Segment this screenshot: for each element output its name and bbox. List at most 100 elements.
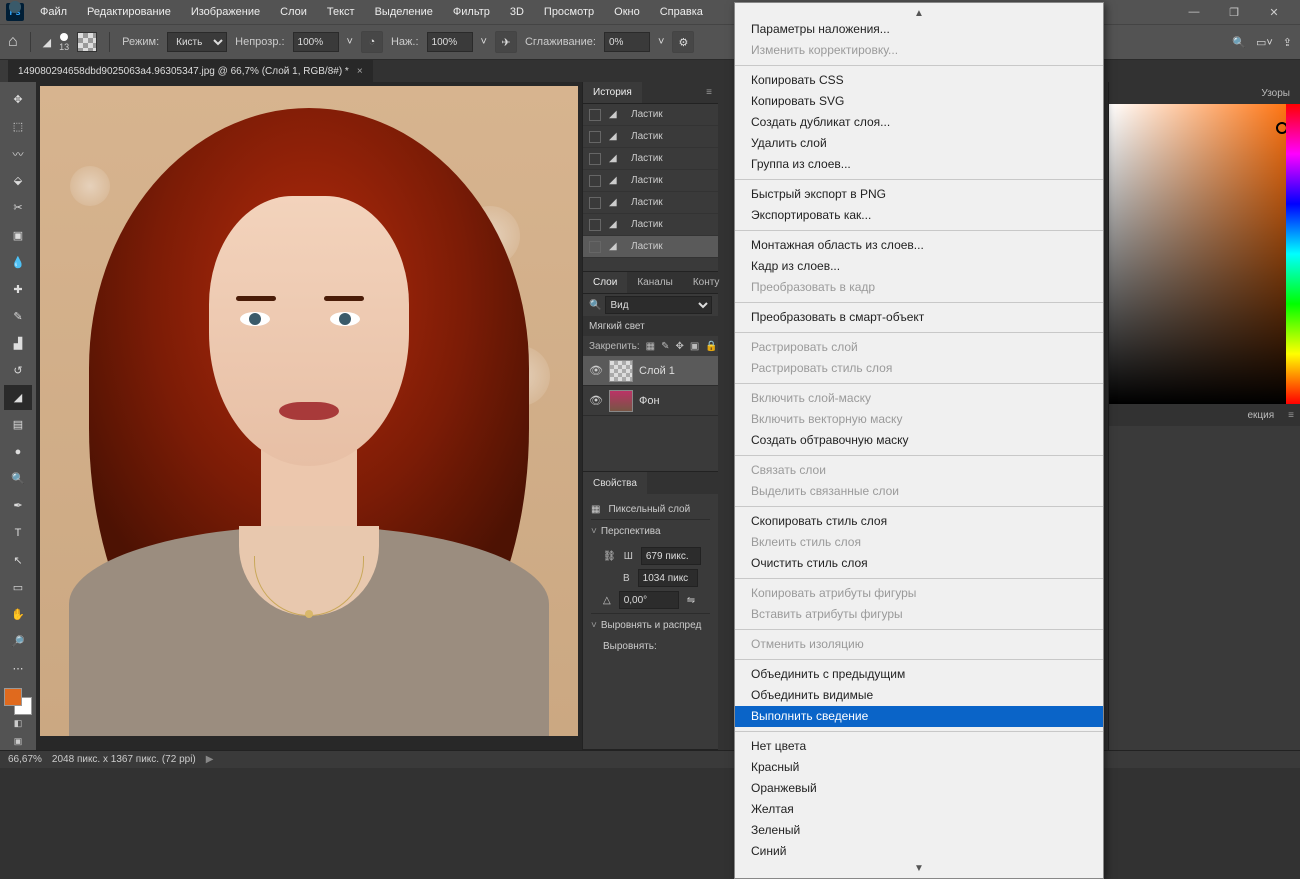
brush-preview-icon[interactable] (60, 33, 68, 41)
patterns-tab[interactable]: Узоры (1251, 82, 1300, 104)
menu-item[interactable]: Копировать SVG (735, 91, 1103, 112)
history-row[interactable]: ◢Ластик (583, 104, 718, 126)
menu-item[interactable]: Объединить видимые (735, 685, 1103, 706)
hand-tool-icon[interactable]: ✋ (4, 602, 32, 627)
dodge-tool-icon[interactable]: 🔍 (4, 466, 32, 491)
gradient-tool-icon[interactable]: ▤ (4, 412, 32, 437)
blend-mode[interactable]: Мягкий свет (583, 316, 718, 336)
zoom-level[interactable]: 66,67% (8, 754, 42, 765)
scroll-down-icon[interactable]: ▼ (735, 862, 1103, 874)
status-arrow-icon[interactable]: ▶ (206, 754, 214, 765)
menu-item[interactable]: Скопировать стиль слоя (735, 511, 1103, 532)
fg-color[interactable] (4, 688, 22, 706)
menu-item[interactable]: Желтая (735, 799, 1103, 820)
history-row[interactable]: ◢Ластик (583, 170, 718, 192)
marquee-tool-icon[interactable]: ⬚ (4, 114, 32, 139)
layer-row[interactable]: 👁 Слой 1 (583, 356, 718, 386)
eyedropper-tool-icon[interactable]: 💧 (4, 250, 32, 275)
close-tab-icon[interactable]: × (357, 66, 363, 77)
properties-tab[interactable]: Свойства (583, 472, 647, 494)
scroll-up-icon[interactable]: ▲ (735, 7, 1103, 19)
layer-kind-select[interactable]: Вид (605, 296, 712, 314)
history-brush-tool-icon[interactable]: ↺ (4, 358, 32, 383)
document-canvas[interactable] (40, 86, 578, 736)
paths-tab[interactable]: Конту (683, 272, 730, 293)
crop-tool-icon[interactable]: ✂ (4, 195, 32, 220)
lock-move-icon[interactable]: ✥ (676, 341, 684, 352)
history-row[interactable]: ◢Ластик (583, 192, 718, 214)
history-checkbox[interactable] (589, 131, 601, 143)
history-row[interactable]: ◢Ластик (583, 214, 718, 236)
zoom-tool-icon[interactable]: 🔎 (4, 629, 32, 654)
menu-3d[interactable]: 3D (500, 6, 534, 18)
document-tab[interactable]: 149080294658dbd9025063a4.96305347.jpg @ … (8, 60, 373, 82)
workspace-icon[interactable]: ▭˅ (1256, 36, 1273, 49)
menu-item[interactable]: Быстрый экспорт в PNG (735, 184, 1103, 205)
width-input[interactable] (641, 547, 701, 565)
pressure-opacity-icon[interactable]: ◔ (361, 31, 383, 53)
history-row[interactable]: ◢Ластик (583, 236, 718, 258)
shape-tool-icon[interactable]: ▭ (4, 575, 32, 600)
airbrush-icon[interactable]: ✈ (495, 31, 517, 53)
menu-справка[interactable]: Справка (650, 6, 713, 18)
menu-окно[interactable]: Окно (604, 6, 650, 18)
eraser-tool-icon[interactable]: ◢ (4, 385, 32, 410)
menu-item[interactable]: Преобразовать в смарт-объект (735, 307, 1103, 328)
menu-item[interactable]: Нет цвета (735, 736, 1103, 757)
visibility-icon[interactable]: 👁 (589, 364, 603, 377)
brush-tool-icon[interactable]: ✎ (4, 304, 32, 329)
menu-текст[interactable]: Текст (317, 6, 365, 18)
color-swatch[interactable] (4, 688, 32, 715)
menu-редактирование[interactable]: Редактирование (77, 6, 181, 18)
menu-item[interactable]: Объединить с предыдущим (735, 664, 1103, 685)
history-checkbox[interactable] (589, 241, 601, 253)
home-icon[interactable]: ⌂ (8, 33, 18, 51)
visibility-icon[interactable]: 👁 (589, 394, 603, 407)
angle-input[interactable] (619, 591, 679, 609)
menu-слои[interactable]: Слои (270, 6, 317, 18)
screenmode-icon[interactable]: ▣ (11, 735, 25, 749)
corrections-tab[interactable]: екция (1239, 404, 1282, 426)
menu-item[interactable]: Создать дубликат слоя... (735, 112, 1103, 133)
brush-preset-icon[interactable] (77, 32, 97, 52)
menu-item[interactable]: Выполнить сведение (735, 706, 1103, 727)
channels-tab[interactable]: Каналы (627, 272, 683, 293)
hue-slider[interactable] (1286, 104, 1300, 404)
menu-item[interactable]: Очистить стиль слоя (735, 553, 1103, 574)
history-checkbox[interactable] (589, 153, 601, 165)
window-restore-icon[interactable]: ❐ (1214, 0, 1254, 24)
history-tab[interactable]: История (583, 82, 642, 103)
color-picker[interactable] (1109, 104, 1300, 404)
eraser-icon[interactable]: ◢ (43, 36, 51, 49)
menu-изображение[interactable]: Изображение (181, 6, 270, 18)
layers-tab[interactable]: Слои (583, 272, 627, 293)
heal-tool-icon[interactable]: ✚ (4, 277, 32, 302)
history-checkbox[interactable] (589, 175, 601, 187)
quick-select-tool-icon[interactable]: ⬙ (4, 168, 32, 193)
menu-item[interactable]: Группа из слоев... (735, 154, 1103, 175)
search-icon[interactable]: 🔍 (1232, 36, 1246, 49)
menu-item[interactable]: Копировать CSS (735, 70, 1103, 91)
layer-thumb[interactable] (609, 360, 633, 382)
lock-brush-icon[interactable]: ✎ (661, 341, 669, 352)
frame-tool-icon[interactable]: ▣ (4, 222, 32, 247)
perspective-section[interactable]: Перспектива (601, 526, 661, 537)
flip-h-icon[interactable]: ⇋ (687, 595, 695, 606)
quickmask-icon[interactable]: ◧ (11, 717, 25, 731)
window-minimize-icon[interactable]: — (1174, 0, 1214, 24)
lock-all-icon[interactable]: 🔒 (705, 341, 717, 352)
menu-выделение[interactable]: Выделение (365, 6, 443, 18)
menu-файл[interactable]: Файл (30, 6, 77, 18)
menu-item[interactable]: Создать обтравочную маску (735, 430, 1103, 451)
menu-item[interactable]: Монтажная область из слоев... (735, 235, 1103, 256)
history-checkbox[interactable] (589, 109, 601, 121)
opacity-dropdown-icon[interactable]: ˅ (347, 36, 353, 48)
align-section[interactable]: Выровнять и распред (601, 620, 701, 631)
menu-фильтр[interactable]: Фильтр (443, 6, 500, 18)
text-tool-icon[interactable]: T (4, 521, 32, 546)
history-row[interactable]: ◢Ластик (583, 148, 718, 170)
flow-input[interactable] (427, 32, 473, 52)
share-icon[interactable]: ⇪ (1283, 36, 1292, 49)
menu-item[interactable]: Экспортировать как... (735, 205, 1103, 226)
edit-toolbar-icon[interactable]: ⋯ (4, 656, 32, 681)
